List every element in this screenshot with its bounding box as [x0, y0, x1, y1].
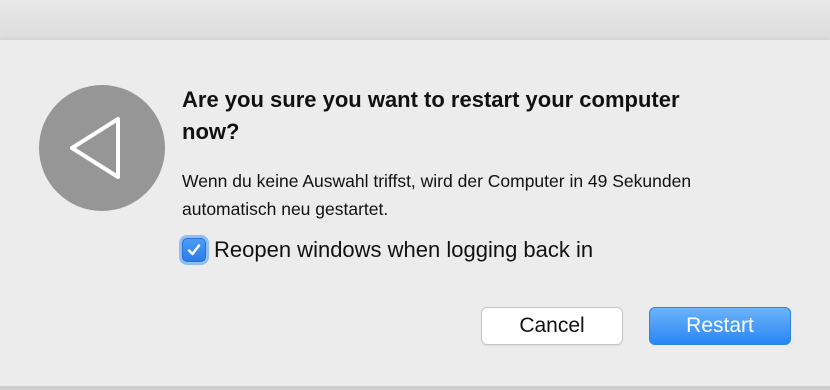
dialog-title: Are you sure you want to restart your co… [182, 87, 680, 144]
checkmark-icon [187, 244, 201, 256]
cancel-button[interactable]: Cancel [481, 307, 623, 345]
restart-button[interactable]: Restart [649, 307, 791, 345]
restart-triangle-icon [39, 85, 165, 211]
window-title-bar [0, 0, 830, 41]
background-window-edge [0, 386, 830, 390]
dialog-message: Wenn du keine Auswahl triffst, wird der … [182, 171, 692, 219]
restart-dialog: Are you sure you want to restart your co… [0, 40, 830, 387]
reopen-windows-checkbox[interactable] [182, 238, 206, 262]
reopen-windows-label[interactable]: Reopen windows when logging back in [214, 237, 593, 263]
reopen-windows-option[interactable]: Reopen windows when logging back in [176, 230, 593, 270]
